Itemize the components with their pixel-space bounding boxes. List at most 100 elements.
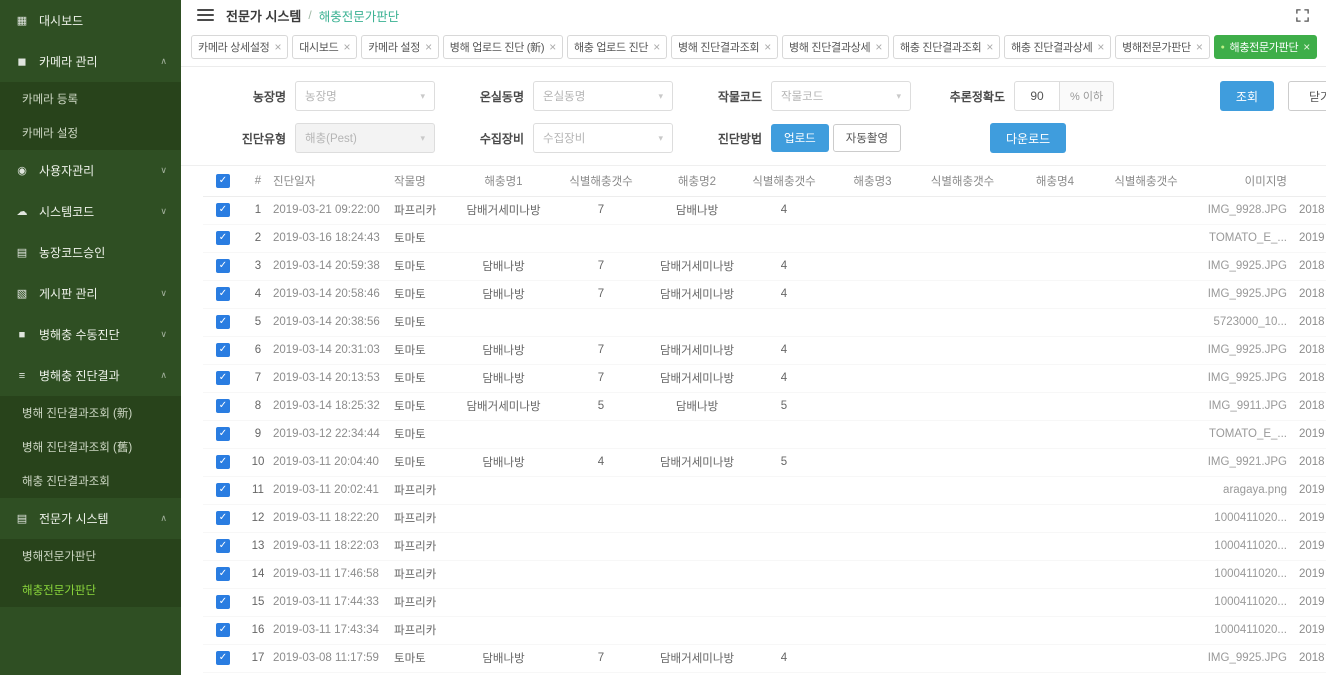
tab-close-icon[interactable]: ×	[344, 41, 351, 53]
pest-name-1	[456, 504, 551, 532]
pest-count-3	[920, 392, 1005, 420]
diagnosis-type-select[interactable]: 해충(Pest) ▾	[295, 123, 435, 153]
row-checkbox[interactable]: ✓	[216, 427, 230, 441]
hamburger-menu-icon[interactable]	[197, 9, 214, 21]
sidebar-subitem[interactable]: 해충전문가판단	[0, 573, 181, 607]
tab-close-icon[interactable]: ×	[275, 41, 282, 53]
pest-count-3	[920, 364, 1005, 392]
accuracy-input[interactable]	[1014, 81, 1060, 111]
sidebar-item-label: 병해충 진단결과	[39, 367, 120, 384]
sidebar-subitem[interactable]: 해충 진단결과조회	[0, 464, 181, 498]
tab-item[interactable]: 대시보드×	[292, 35, 357, 59]
pest-name-2	[651, 476, 743, 504]
method-upload-button[interactable]: 업로드	[771, 124, 829, 152]
row-checkbox[interactable]: ✓	[216, 539, 230, 553]
row-checkbox[interactable]: ✓	[216, 259, 230, 273]
tab-active[interactable]: ●해충전문가판단×	[1214, 35, 1317, 59]
pest-name-2	[651, 224, 743, 252]
device-select[interactable]: 수집장비 ▾	[533, 123, 673, 153]
row-checkbox[interactable]: ✓	[216, 343, 230, 357]
row-checkbox[interactable]: ✓	[216, 483, 230, 497]
row-checkbox[interactable]: ✓	[216, 231, 230, 245]
sidebar-item[interactable]: ■병해충 수동진단∨	[0, 314, 181, 355]
table-row: ✓112019-03-11 20:02:41파프리카aragaya.png201…	[203, 476, 1326, 504]
pest-count-2: 4	[743, 252, 825, 280]
pest-name-4	[1005, 588, 1105, 616]
pest-name-3	[825, 392, 920, 420]
tab-close-icon[interactable]: ×	[875, 41, 882, 53]
tab-item[interactable]: 해충 업로드 진단×	[567, 35, 667, 59]
pest-name-1	[456, 532, 551, 560]
pest-name-1	[456, 560, 551, 588]
tab-item[interactable]: 카메라 상세설정×	[191, 35, 288, 59]
pest-count-1: 7	[551, 252, 651, 280]
select-all-cell[interactable]: ✓	[203, 166, 243, 196]
row-checkbox[interactable]: ✓	[216, 567, 230, 581]
sidebar-subitem[interactable]: 카메라 등록	[0, 82, 181, 116]
row-checkbox[interactable]: ✓	[216, 287, 230, 301]
sidebar-item-label: 병해 진단결과조회 (新)	[22, 405, 132, 421]
crop-name: 토마토	[388, 280, 456, 308]
tab-close-icon[interactable]: ×	[986, 41, 993, 53]
sidebar-item[interactable]: ▦대시보드	[0, 0, 181, 41]
row-checkbox[interactable]: ✓	[216, 399, 230, 413]
tab-item[interactable]: 병해 업로드 진단 (新)×	[443, 35, 563, 59]
sidebar-item[interactable]: ◉사용자관리∨	[0, 150, 181, 191]
pest-name-3	[825, 644, 920, 672]
upload-date: 2018	[1287, 448, 1326, 476]
row-checkbox[interactable]: ✓	[216, 455, 230, 469]
tab-close-icon[interactable]: ×	[425, 41, 432, 53]
row-checkbox[interactable]: ✓	[216, 511, 230, 525]
fullscreen-icon[interactable]	[1295, 8, 1310, 23]
sidebar-item[interactable]: ☁시스템코드∨	[0, 191, 181, 232]
tab-close-icon[interactable]: ×	[1196, 41, 1203, 53]
sidebar-item[interactable]: ▤농장코드승인	[0, 232, 181, 273]
sidebar-item[interactable]: ≡병해충 진단결과∧	[0, 355, 181, 396]
pest-count-4	[1105, 280, 1187, 308]
pest-count-4	[1105, 616, 1187, 644]
diagnosis-date: 2019-03-11 17:44:33	[273, 588, 388, 616]
column-header-image-name: 이미지명	[1187, 166, 1287, 196]
tab-close-icon[interactable]: ×	[653, 41, 660, 53]
sidebar-item[interactable]: ▧게시판 관리∨	[0, 273, 181, 314]
tab-close-icon[interactable]: ×	[549, 41, 556, 53]
sidebar-subitem[interactable]: 병해전문가판단	[0, 539, 181, 573]
crop-name: 토마토	[388, 644, 456, 672]
sidebar-item[interactable]: ◼카메라 관리∧	[0, 41, 181, 82]
download-button[interactable]: 다운로드	[990, 123, 1066, 153]
crop-code-select[interactable]: 작물코드 ▾	[771, 81, 911, 111]
row-number: 2	[243, 224, 273, 252]
sidebar-item[interactable]: ▤전문가 시스템∧	[0, 498, 181, 539]
select-all-checkbox[interactable]: ✓	[216, 174, 230, 188]
sidebar-subitem[interactable]: 카메라 설정	[0, 116, 181, 150]
tab-item[interactable]: 병해 진단결과조회×	[671, 35, 778, 59]
row-checkbox[interactable]: ✓	[216, 371, 230, 385]
row-checkbox[interactable]: ✓	[216, 315, 230, 329]
close-button[interactable]: 닫기	[1288, 81, 1326, 111]
tab-close-icon[interactable]: ×	[764, 41, 771, 53]
row-checkbox[interactable]: ✓	[216, 595, 230, 609]
row-checkbox[interactable]: ✓	[216, 623, 230, 637]
tab-close-icon[interactable]: ×	[1303, 41, 1310, 53]
farm-code-approval-icon: ▤	[14, 246, 30, 259]
search-button[interactable]: 조회	[1220, 81, 1274, 111]
chevron-down-icon: ▾	[896, 91, 901, 102]
sidebar-subitem[interactable]: 병해 진단결과조회 (舊)	[0, 430, 181, 464]
greenhouse-label: 온실동명	[459, 88, 524, 105]
method-auto-button[interactable]: 자동촬영	[833, 124, 901, 152]
farm-name-select[interactable]: 농장명 ▾	[295, 81, 435, 111]
tab-item[interactable]: 카메라 설정×	[361, 35, 439, 59]
column-header-upload-date	[1287, 166, 1326, 196]
pest-name-3	[825, 224, 920, 252]
tab-item[interactable]: 병해 진단결과상세×	[782, 35, 889, 59]
row-checkbox[interactable]: ✓	[216, 203, 230, 217]
greenhouse-select[interactable]: 온실동명 ▾	[533, 81, 673, 111]
row-checkbox[interactable]: ✓	[216, 651, 230, 665]
tab-item[interactable]: 해충 진단결과상세×	[1004, 35, 1111, 59]
tab-item[interactable]: 해충 진단결과조회×	[893, 35, 1000, 59]
pest-count-1	[551, 476, 651, 504]
pest-name-4	[1005, 560, 1105, 588]
tab-close-icon[interactable]: ×	[1097, 41, 1104, 53]
tab-item[interactable]: 병해전문가판단×	[1115, 35, 1209, 59]
sidebar-subitem[interactable]: 병해 진단결과조회 (新)	[0, 396, 181, 430]
